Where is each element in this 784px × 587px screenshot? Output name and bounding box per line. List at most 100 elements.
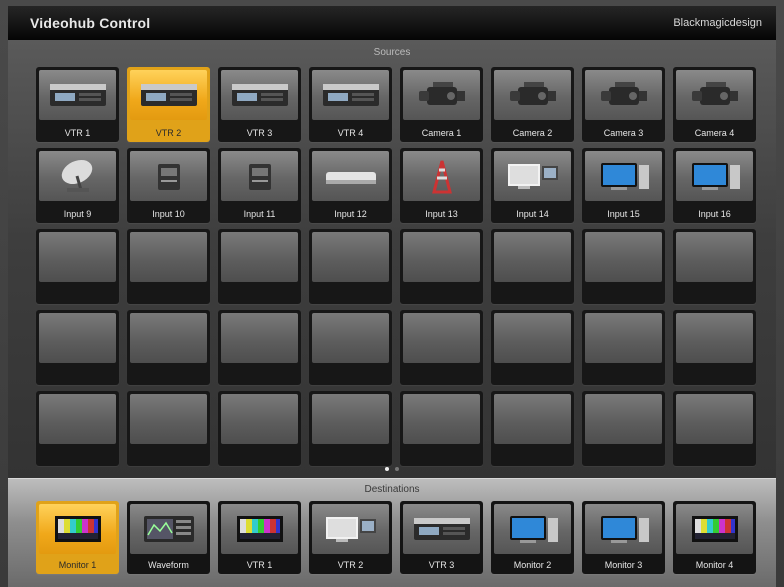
source-button-input-10[interactable]: Input 10 xyxy=(127,148,210,223)
source-button-camera-1[interactable]: Camera 1 xyxy=(400,67,483,142)
destination-label: Monitor 4 xyxy=(695,560,734,570)
source-button-empty[interactable] xyxy=(218,310,301,385)
destination-label: Monitor 1 xyxy=(58,560,97,570)
source-button-empty[interactable] xyxy=(491,310,574,385)
source-button-empty[interactable] xyxy=(491,391,574,466)
source-button-empty[interactable] xyxy=(127,229,210,304)
source-button-empty[interactable] xyxy=(582,229,665,304)
empty-slot xyxy=(403,232,480,282)
source-button-input-11[interactable]: Input 11 xyxy=(218,148,301,223)
destination-button-monitor-1[interactable]: Monitor 1 xyxy=(36,501,119,574)
empty-slot xyxy=(130,232,207,282)
page-dot[interactable] xyxy=(395,467,399,471)
page-dot[interactable] xyxy=(385,467,389,471)
empty-slot xyxy=(585,313,662,363)
source-button-camera-2[interactable]: Camera 2 xyxy=(491,67,574,142)
color-bars-monitor-icon xyxy=(676,504,753,554)
empty-slot xyxy=(403,313,480,363)
rack-unit-icon xyxy=(312,151,389,201)
source-label: Camera 3 xyxy=(603,128,644,138)
source-button-empty[interactable] xyxy=(309,229,392,304)
source-button-vtr-3[interactable]: VTR 3 xyxy=(218,67,301,142)
source-button-empty[interactable] xyxy=(218,391,301,466)
empty-slot xyxy=(39,313,116,363)
source-button-input-13[interactable]: Input 13 xyxy=(400,148,483,223)
empty-slot xyxy=(130,313,207,363)
empty-slot xyxy=(312,394,389,444)
camera-icon xyxy=(585,70,662,120)
converter-box-icon xyxy=(130,151,207,201)
source-button-input-16[interactable]: Input 16 xyxy=(673,148,756,223)
destination-button-monitor-3[interactable]: Monitor 3 xyxy=(582,501,665,574)
destination-button-waveform[interactable]: Waveform xyxy=(127,501,210,574)
vtr-deck-icon xyxy=(403,504,480,554)
destination-button-vtr-1[interactable]: VTR 1 xyxy=(218,501,301,574)
source-label: Camera 1 xyxy=(421,128,462,138)
source-button-empty[interactable] xyxy=(400,391,483,466)
source-button-empty[interactable] xyxy=(127,391,210,466)
source-button-empty[interactable] xyxy=(582,310,665,385)
source-button-empty[interactable] xyxy=(400,310,483,385)
source-button-input-15[interactable]: Input 15 xyxy=(582,148,665,223)
source-button-empty[interactable] xyxy=(36,391,119,466)
color-bars-monitor-icon xyxy=(39,504,116,554)
page-indicator[interactable] xyxy=(8,467,776,471)
destination-label: VTR 1 xyxy=(246,560,273,570)
empty-slot xyxy=(221,313,298,363)
camera-icon xyxy=(403,70,480,120)
empty-slot xyxy=(403,394,480,444)
waveform-monitor-icon xyxy=(130,504,207,554)
source-label: Input 9 xyxy=(63,209,92,219)
source-button-input-9[interactable]: Input 9 xyxy=(36,148,119,223)
videohub-app: Videohub Control Blackmagicdesign Source… xyxy=(0,0,784,587)
vtr-deck-icon xyxy=(312,70,389,120)
empty-slot xyxy=(312,313,389,363)
empty-slot xyxy=(221,232,298,282)
source-button-input-12[interactable]: Input 12 xyxy=(309,148,392,223)
camera-icon xyxy=(494,70,571,120)
destination-label: Monitor 2 xyxy=(513,560,552,570)
source-button-empty[interactable] xyxy=(400,229,483,304)
destination-button-vtr-3[interactable]: VTR 3 xyxy=(400,501,483,574)
source-button-camera-4[interactable]: Camera 4 xyxy=(673,67,756,142)
destination-button-monitor-4[interactable]: Monitor 4 xyxy=(673,501,756,574)
vtr-deck-icon xyxy=(39,70,116,120)
source-button-empty[interactable] xyxy=(491,229,574,304)
source-button-empty[interactable] xyxy=(582,391,665,466)
source-button-vtr-4[interactable]: VTR 4 xyxy=(309,67,392,142)
source-button-vtr-1[interactable]: VTR 1 xyxy=(36,67,119,142)
app-title: Videohub Control xyxy=(30,15,151,31)
camera-icon xyxy=(676,70,753,120)
computer-icon xyxy=(585,151,662,201)
source-label: VTR 4 xyxy=(337,128,364,138)
source-button-empty[interactable] xyxy=(127,310,210,385)
converter-box-icon xyxy=(221,151,298,201)
source-button-empty[interactable] xyxy=(36,229,119,304)
sources-panel: Sources VTR 1 VTR 2 VTR 3 VTR 4 Camera 1 Came… xyxy=(8,40,776,478)
destination-label: Waveform xyxy=(148,560,189,570)
vtr-deck-icon xyxy=(130,70,207,120)
source-button-empty[interactable] xyxy=(218,229,301,304)
source-button-empty[interactable] xyxy=(36,310,119,385)
destination-button-vtr-2[interactable]: VTR 2 xyxy=(309,501,392,574)
satellite-dish-icon xyxy=(39,151,116,201)
source-button-empty[interactable] xyxy=(309,391,392,466)
source-button-input-14[interactable]: Input 14 xyxy=(491,148,574,223)
empty-slot xyxy=(39,232,116,282)
source-button-camera-3[interactable]: Camera 3 xyxy=(582,67,665,142)
source-label: VTR 2 xyxy=(155,128,182,138)
empty-slot xyxy=(494,313,571,363)
source-button-empty[interactable] xyxy=(309,310,392,385)
destination-button-monitor-2[interactable]: Monitor 2 xyxy=(491,501,574,574)
destinations-panel: Destinations Monitor 1 Waveform VTR 1 VTR 2… xyxy=(8,478,776,587)
empty-slot xyxy=(494,394,571,444)
computer-icon xyxy=(676,151,753,201)
source-button-empty[interactable] xyxy=(673,391,756,466)
brand-logo: Blackmagicdesign xyxy=(673,17,762,29)
workstation-icon xyxy=(312,504,389,554)
source-button-empty[interactable] xyxy=(673,310,756,385)
source-button-empty[interactable] xyxy=(673,229,756,304)
source-button-vtr-2[interactable]: VTR 2 xyxy=(127,67,210,142)
source-label: Camera 2 xyxy=(512,128,553,138)
color-bars-monitor-icon xyxy=(221,504,298,554)
